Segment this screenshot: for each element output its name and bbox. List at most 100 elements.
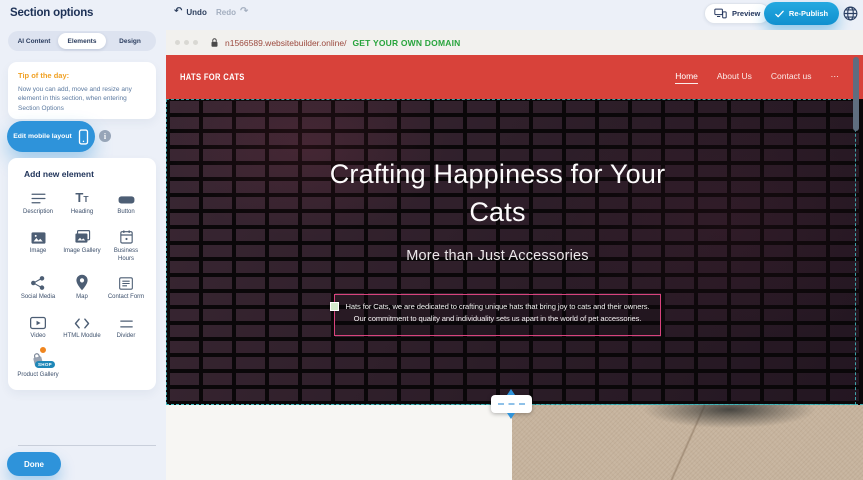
redo-icon: ↷ — [240, 7, 248, 17]
element-label: Heading — [71, 209, 93, 217]
element-label: Video — [30, 333, 45, 341]
top-toolbar: Section options ↶ Undo Redo ↷ Preview Re… — [0, 0, 863, 30]
hero-heading[interactable]: Crafting Happiness for Your Cats — [323, 155, 673, 232]
element-html-module[interactable]: HTML Module — [60, 311, 104, 341]
tab-elements[interactable]: Elements — [58, 33, 106, 49]
phone-icon — [78, 129, 89, 145]
hero-paragraph-box[interactable]: Hats for Cats, we are dedicated to craft… — [334, 294, 661, 336]
heading-icon: TT — [75, 187, 88, 206]
redo-label: Redo — [216, 8, 236, 17]
element-grid: Description TT Heading Button Image — [16, 187, 148, 380]
element-label: Image — [30, 248, 47, 256]
window-dot — [175, 40, 180, 45]
element-description[interactable]: Description — [16, 187, 60, 217]
map-pin-icon — [75, 272, 89, 291]
element-business-hours[interactable]: Business Hours — [104, 226, 148, 264]
element-drag-handle[interactable] — [330, 302, 339, 311]
element-contact-form[interactable]: Contact Form — [104, 272, 148, 302]
republish-label: Re-Publish — [789, 9, 828, 18]
undo-label: Undo — [186, 8, 206, 17]
element-video[interactable]: Video — [16, 311, 60, 341]
contact-form-icon — [118, 272, 134, 291]
image-icon — [30, 226, 47, 245]
info-icon[interactable]: i — [99, 130, 111, 142]
element-label: Divider — [117, 333, 136, 341]
nav-contact-us[interactable]: Contact us — [771, 71, 812, 83]
done-button[interactable]: Done — [7, 452, 61, 476]
check-icon — [775, 10, 784, 18]
app-window: Section options ↶ Undo Redo ↷ Preview Re… — [0, 0, 863, 480]
preview-label: Preview — [732, 9, 760, 18]
undo-button[interactable]: ↶ Undo — [174, 7, 207, 17]
sidebar-divider — [18, 445, 156, 446]
html-module-icon — [73, 311, 91, 330]
hero-subheading[interactable]: More than Just Accessories — [166, 248, 829, 264]
globe-language-icon[interactable] — [842, 5, 859, 22]
lock-icon — [210, 37, 219, 48]
element-button[interactable]: Button — [104, 187, 148, 217]
image-gallery-icon — [74, 226, 91, 245]
devices-icon — [714, 8, 727, 19]
element-map[interactable]: Map — [60, 272, 104, 302]
get-domain-link[interactable]: GET YOUR OWN DOMAIN — [352, 38, 460, 48]
window-dot — [184, 40, 189, 45]
element-divider[interactable]: Divider — [104, 311, 148, 341]
window-control-dots — [175, 40, 198, 45]
description-icon — [30, 187, 47, 206]
element-label: Contact Form — [108, 294, 144, 302]
button-icon — [117, 187, 136, 206]
hero-paragraph: Hats for Cats, we are dedicated to craft… — [345, 302, 649, 324]
resize-down-arrow-icon — [507, 413, 515, 419]
tip-title: Tip of the day: — [18, 71, 146, 80]
site-preview-frame: n1566589.websitebuilder.online/ GET YOUR… — [166, 30, 863, 480]
element-label: HTML Module — [63, 333, 100, 341]
tip-of-the-day-card: Tip of the day: Now you can add, move an… — [8, 62, 156, 119]
business-hours-icon — [119, 226, 134, 245]
element-heading[interactable]: TT Heading — [60, 187, 104, 217]
element-image[interactable]: Image — [16, 226, 60, 264]
republish-button[interactable]: Re-Publish — [764, 2, 839, 25]
window-dot — [193, 40, 198, 45]
panel-tabs: AI Content Elements Design — [8, 31, 156, 51]
section-resize-handle[interactable] — [491, 395, 532, 413]
nav-about-us[interactable]: About Us — [717, 71, 752, 83]
divider-icon — [118, 311, 135, 330]
element-label: Image Gallery — [63, 248, 100, 256]
element-image-gallery[interactable]: Image Gallery — [60, 226, 104, 264]
redo-button[interactable]: Redo ↷ — [216, 7, 248, 17]
resize-handle-dashes — [498, 403, 525, 405]
site-header: HATS FOR CATS Home About Us Contact us ⋯ — [166, 55, 863, 99]
element-label: Social Media — [21, 294, 55, 302]
tab-ai-content[interactable]: AI Content — [10, 33, 58, 49]
preview-scrollbar[interactable] — [853, 57, 859, 131]
hero-section[interactable]: Crafting Happiness for Your Cats More th… — [166, 99, 863, 405]
nav-home[interactable]: Home — [675, 71, 698, 84]
resize-up-arrow-icon — [507, 389, 515, 395]
video-icon — [29, 311, 47, 330]
browser-bar: n1566589.websitebuilder.online/ GET YOUR… — [166, 30, 863, 55]
element-product-gallery[interactable]: SHOP Product Gallery — [16, 350, 60, 380]
edit-mobile-layout-button[interactable]: Edit mobile layout — [7, 121, 95, 152]
tab-design[interactable]: Design — [106, 33, 154, 49]
add-element-panel: Add new element Description TT Heading B… — [8, 158, 156, 390]
element-label: Button — [117, 209, 134, 217]
add-element-title: Add new element — [24, 169, 148, 179]
page-title: Section options — [10, 7, 93, 19]
notification-badge — [39, 346, 47, 354]
tip-body: Now you can add, move and resize any ele… — [18, 85, 146, 113]
undo-icon: ↶ — [174, 7, 182, 17]
social-media-icon — [30, 272, 46, 291]
element-label: Product Gallery — [17, 372, 58, 380]
next-section-image — [512, 405, 863, 480]
hero-content: Crafting Happiness for Your Cats More th… — [166, 99, 863, 336]
edit-mobile-label: Edit mobile layout — [13, 133, 72, 140]
nav-more-icon[interactable]: ⋯ — [831, 71, 840, 84]
site-logo[interactable]: HATS FOR CATS — [180, 72, 245, 83]
next-section-background — [166, 405, 512, 480]
shop-badge: SHOP — [35, 361, 55, 368]
element-label: Description — [23, 209, 53, 217]
element-social-media[interactable]: Social Media — [16, 272, 60, 302]
element-label: Business Hours — [105, 248, 147, 264]
element-label: Map — [76, 294, 88, 302]
preview-button[interactable]: Preview — [704, 3, 770, 24]
